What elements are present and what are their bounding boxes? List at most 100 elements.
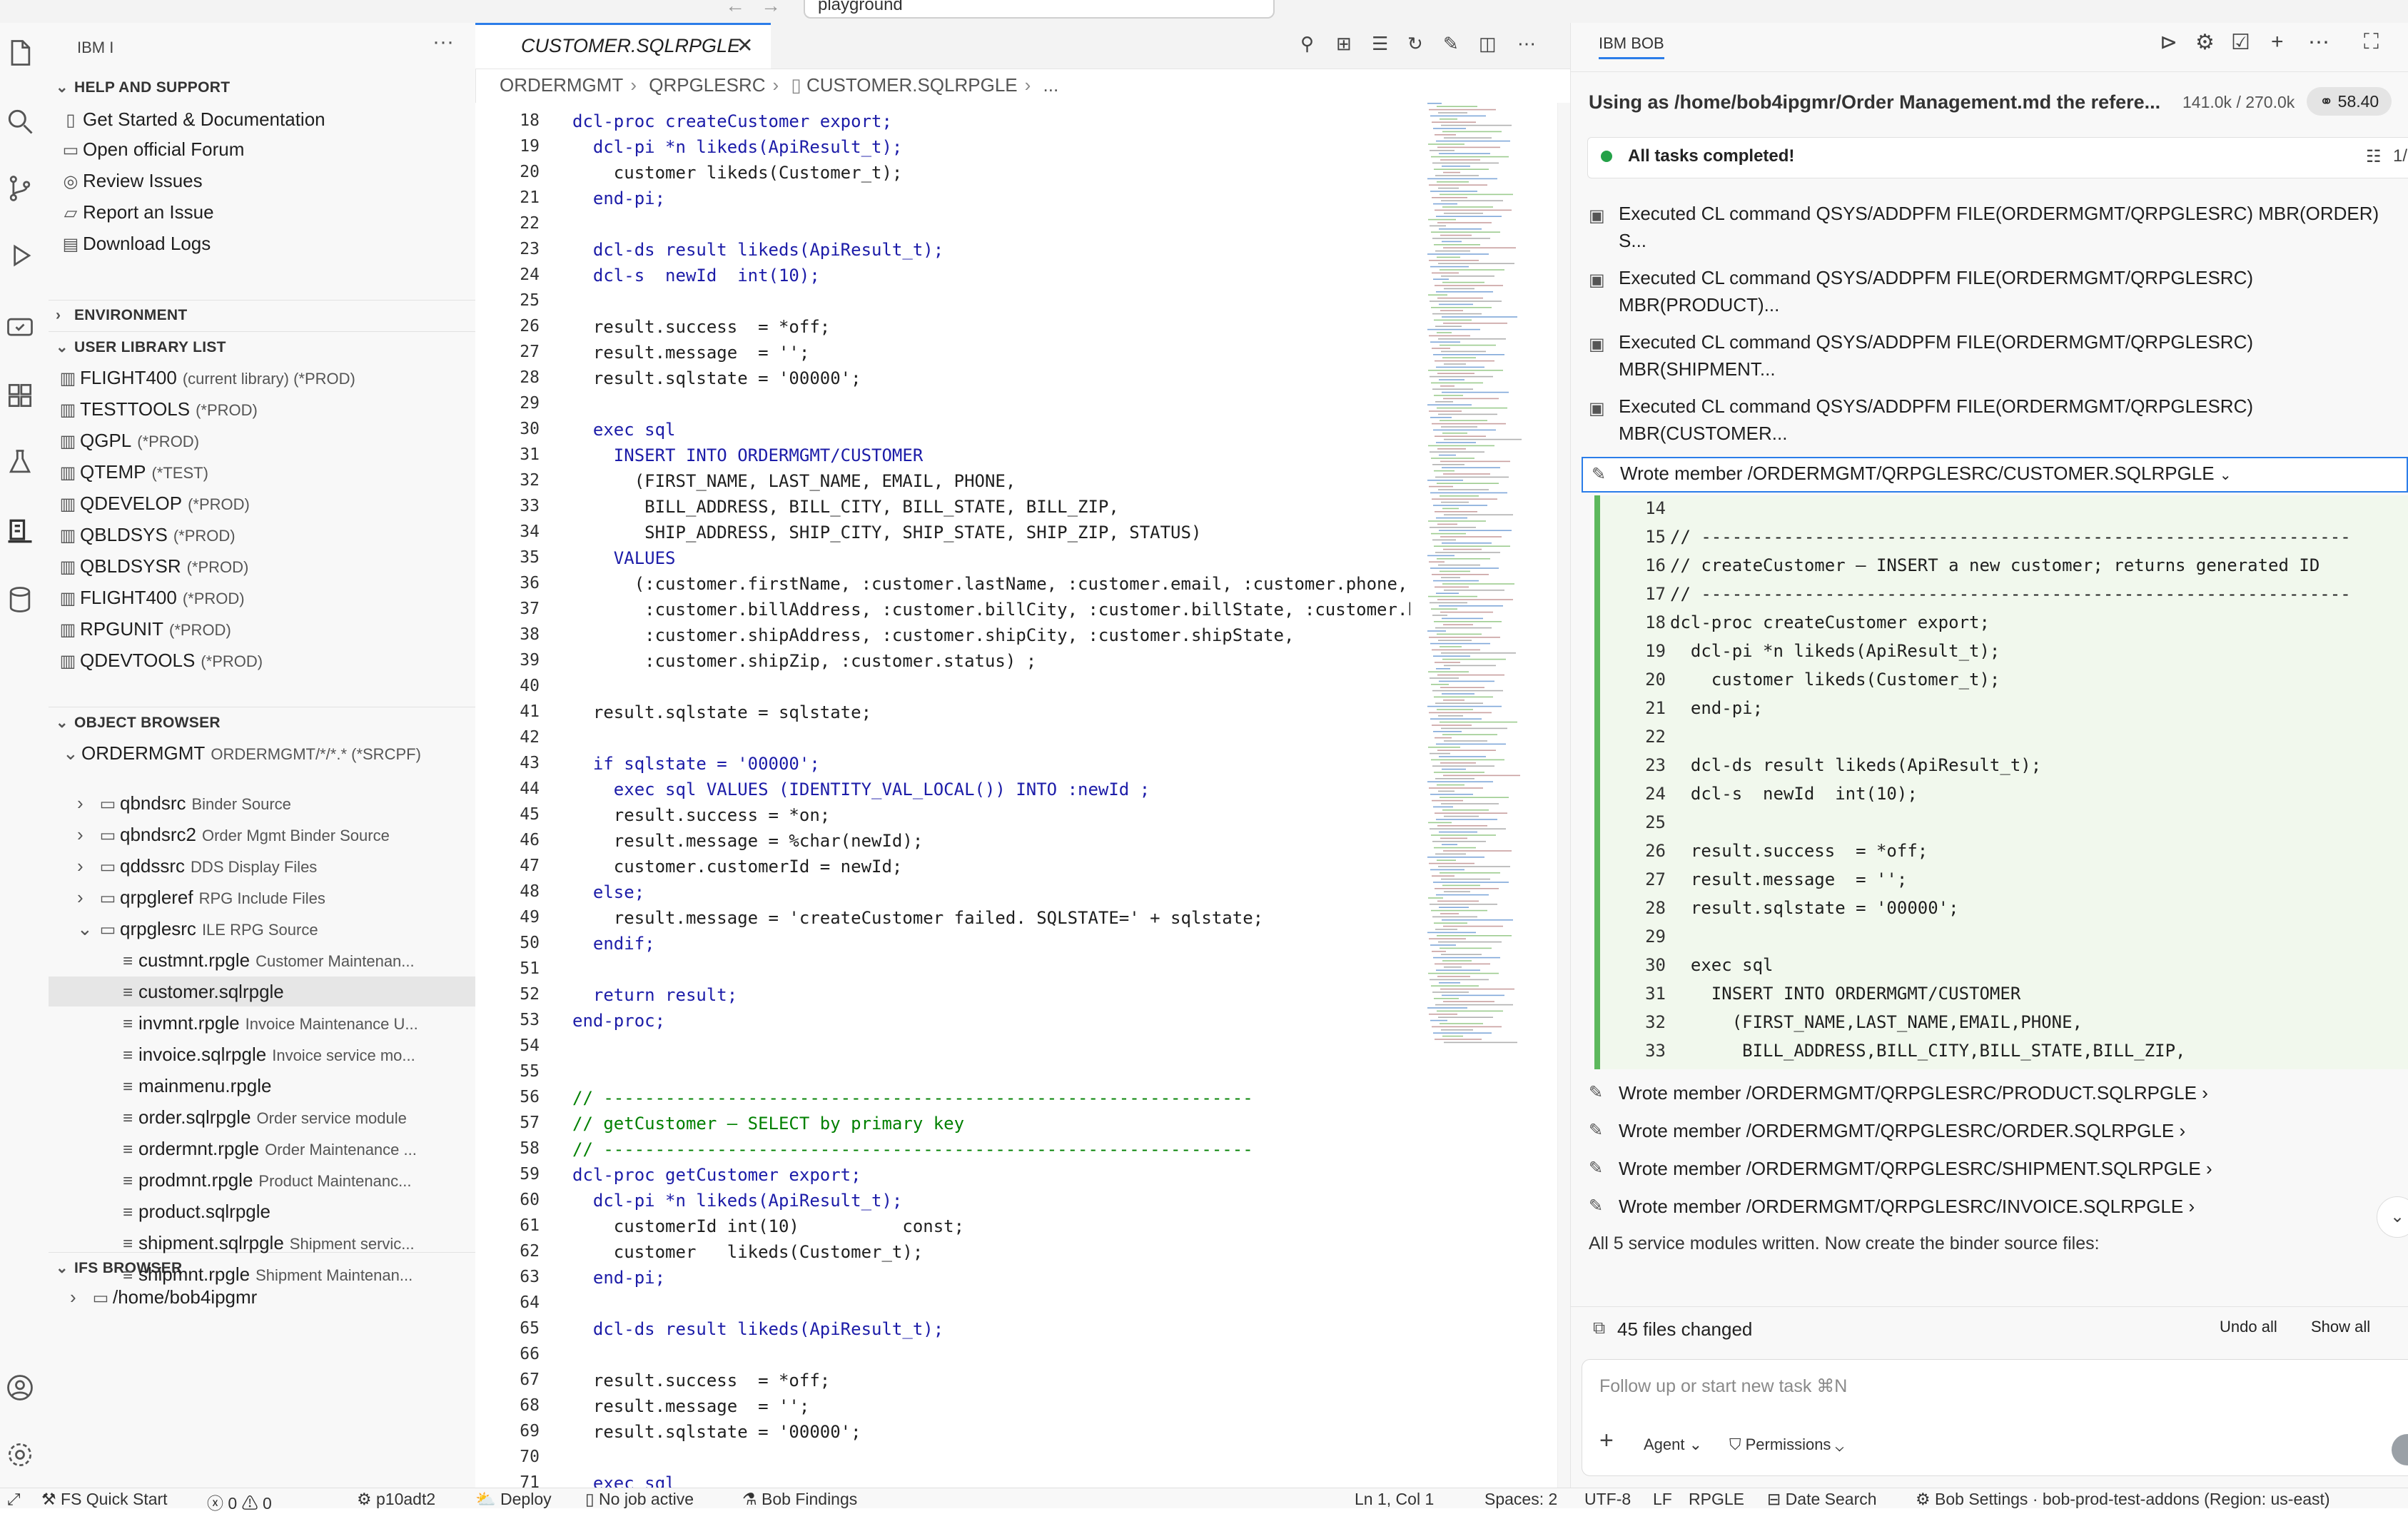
help-item[interactable]: ◎ Review Issues (49, 166, 475, 196)
back-arrow-icon[interactable]: ← (725, 0, 745, 17)
refresh-icon[interactable]: ↻ (1407, 33, 1423, 55)
ibmi-icon[interactable] (4, 515, 39, 550)
member-item[interactable]: ≡ shipmnt.rpgle Shipment Maintenan... (49, 1259, 475, 1289)
tab-customer-sqlrpgle[interactable]: CUSTOMER.SQLRPGLE ✕ (475, 23, 771, 69)
tasks-icon[interactable]: ☑ (2231, 30, 2250, 55)
files-icon[interactable] (4, 37, 39, 71)
magic-icon[interactable]: ✎ (1443, 33, 1459, 55)
object-filter[interactable]: ⌄ ORDERMGMT ORDERMGMT/*/*.* (*SRCPF) (49, 738, 475, 768)
source-file[interactable]: ⌄ ▭ qrpglesrc ILE RPG Source (49, 914, 475, 944)
help-item[interactable]: ▤ Download Logs (49, 228, 475, 258)
member-item[interactable]: ≡ customer.sqlrpgle (49, 976, 475, 1006)
section-object-browser[interactable]: ⌄ OBJECT BROWSER (56, 714, 221, 732)
send-button[interactable] (2392, 1434, 2408, 1465)
member-item[interactable]: ≡ ordermnt.rpgle Order Maintenance ... (49, 1134, 475, 1164)
minimap[interactable] (1425, 103, 1524, 1059)
deploy-button[interactable]: ⛅ Deploy (475, 1490, 552, 1509)
section-user-library-list[interactable]: ⌄ USER LIBRARY LIST (56, 338, 226, 356)
undo-all-button[interactable]: Undo all (2220, 1318, 2277, 1336)
breadcrumb-item[interactable]: CUSTOMER.SQLRPGLE (806, 74, 1018, 96)
library-item[interactable]: ▥ QDEVTOOLS (*PROD) (49, 645, 475, 675)
plus-icon[interactable]: + (2271, 30, 2284, 54)
member-item[interactable]: ≡ order.sqlrpgle Order service module (49, 1102, 475, 1132)
wrote-member-customer[interactable]: ✎ Wrote member /ORDERMGMT/QRPGLESRC/CUST… (1582, 457, 2408, 493)
section-environment[interactable]: › ENVIRONMENT (56, 307, 187, 324)
code-editor[interactable]: 18 dcl-proc createCustomer export; 19 dcl-… (475, 103, 1410, 1488)
breadcrumb-item[interactable]: ORDERMGMT (500, 74, 623, 96)
source-file[interactable]: › ▭ qbndsrc2 Order Mgmt Binder Source (49, 819, 475, 849)
member-item[interactable]: ≡ mainmenu.rpgle (49, 1071, 475, 1101)
connection-status[interactable]: ⚙ p10adt2 (357, 1490, 435, 1509)
breadcrumb-item[interactable]: ... (1043, 74, 1059, 96)
member-item[interactable]: ≡ shipment.sqlrpgle Shipment servic... (49, 1228, 475, 1258)
chat-input[interactable]: Follow up or start new task ⌘N + Agent ⌄… (1582, 1359, 2408, 1476)
task-status-bar[interactable]: All tasks completed! ☷ 1/ (1587, 137, 2408, 178)
list-icon[interactable]: ☰ (1372, 33, 1388, 55)
indentation[interactable]: Spaces: 2 (1484, 1490, 1557, 1509)
editor-scrollbar[interactable] (1557, 103, 1571, 1488)
help-item[interactable]: ▱ Report an Issue (49, 197, 475, 227)
date-search[interactable]: ⊟ Date Search (1767, 1490, 1877, 1509)
maximize-icon[interactable]: ⛶ (2364, 30, 2379, 54)
extensions-icon[interactable] (4, 380, 39, 414)
split-editor-icon[interactable]: ◫ (1479, 33, 1497, 55)
bob-settings[interactable]: ⚙ Bob Settings · bob-prod-test-addons (R… (1916, 1490, 2401, 1509)
breadcrumb-item[interactable]: QRPGLESRC (649, 74, 765, 96)
account-icon[interactable] (4, 1372, 39, 1406)
member-item[interactable]: ≡ invmnt.rpgle Invoice Maintenance U... (49, 1008, 475, 1038)
findings-button[interactable]: ⚗ Bob Findings (742, 1490, 857, 1509)
gear-icon[interactable]: ⚙ (2195, 30, 2215, 55)
library-item[interactable]: ▥ TESTTOOLS (*PROD) (49, 394, 475, 424)
member-item[interactable]: ≡ custmnt.rpgle Customer Maintenan... (49, 945, 475, 975)
library-item[interactable]: ▥ QTEMP (*TEST) (49, 457, 475, 487)
settings-icon[interactable] (4, 1439, 39, 1473)
member-item[interactable]: ≡ product.sqlrpgle (49, 1196, 475, 1226)
quick-start[interactable]: ⚒ FS Quick Start (41, 1490, 168, 1509)
testing-icon[interactable] (4, 447, 39, 481)
member-item[interactable]: ≡ invoice.sqlrpgle Invoice service mo... (49, 1039, 475, 1069)
library-item[interactable]: ▥ QBLDSYSR (*PROD) (49, 551, 475, 581)
compare-icon[interactable]: ⚲ (1300, 33, 1314, 55)
library-item[interactable]: ▥ RPGUNIT (*PROD) (49, 614, 475, 644)
run-debug-icon[interactable] (4, 240, 39, 274)
member-item[interactable]: ≡ prodmnt.rpgle Product Maintenanc... (49, 1165, 475, 1195)
library-item[interactable]: ▥ QBLDSYS (*PROD) (49, 520, 475, 550)
remote-icon[interactable] (4, 313, 39, 347)
problems-indicator[interactable]: ⓧ 0 ⚠ 0 (207, 1490, 272, 1514)
job-status[interactable]: ▯ No job active (585, 1490, 694, 1509)
permissions-select[interactable]: ⛉ Permissions ⌄ (1729, 1435, 1843, 1454)
help-item[interactable]: ▯ Get Started & Documentation (49, 104, 475, 134)
cursor-position[interactable]: Ln 1, Col 1 (1355, 1490, 1434, 1509)
compile-icon[interactable]: ⊞ (1336, 33, 1352, 55)
show-all-button[interactable]: Show all (2311, 1318, 2370, 1336)
more-icon[interactable]: ⋯ (2308, 30, 2329, 55)
help-item[interactable]: ▭ Open official Forum (49, 134, 475, 164)
search-icon[interactable] (4, 106, 39, 140)
source-file[interactable]: › ▭ qrpgleref RPG Include Files (49, 882, 475, 912)
more-icon[interactable]: ⋯ (1517, 33, 1536, 55)
database-icon[interactable] (4, 584, 39, 618)
diff-view[interactable]: 14 15// ---------------------------------… (1594, 495, 2408, 1069)
source-control-icon[interactable] (4, 173, 39, 207)
library-item[interactable]: ▥ QGPL (*PROD) (49, 425, 475, 455)
remote-icon[interactable]: ⤢ (7, 1490, 20, 1509)
forward-arrow-icon[interactable]: → (761, 0, 781, 17)
play-icon[interactable]: ⊳ (2160, 30, 2177, 55)
line-number: 61 (520, 1216, 540, 1235)
source-file[interactable]: › ▭ qddssrc DDS Display Files (49, 851, 475, 881)
files-changed-label[interactable]: 45 files changed (1617, 1318, 1752, 1341)
library-item[interactable]: ▥ FLIGHT400 (*PROD) (49, 582, 475, 612)
encoding[interactable]: UTF-8 (1584, 1490, 1631, 1509)
close-icon[interactable]: ✕ (737, 34, 753, 57)
agent-mode-select[interactable]: Agent ⌄ (1644, 1435, 1702, 1454)
more-actions-icon[interactable]: ··· (432, 30, 454, 54)
end-of-line[interactable]: LF (1653, 1490, 1672, 1509)
library-item[interactable]: ▥ FLIGHT400 (current library) (*PROD) (49, 363, 475, 393)
section-help-and-support[interactable]: ⌄ HELP AND SUPPORT (56, 79, 230, 96)
tab-ibm-bob[interactable]: IBM BOB (1599, 34, 1664, 59)
command-center-search[interactable]: playground (804, 0, 1275, 19)
library-item[interactable]: ▥ QDEVELOP (*PROD) (49, 488, 475, 518)
plus-icon[interactable]: + (1599, 1427, 1614, 1455)
source-file[interactable]: › ▭ qbndsrc Binder Source (49, 788, 475, 818)
language-mode[interactable]: RPGLE (1689, 1490, 1744, 1509)
